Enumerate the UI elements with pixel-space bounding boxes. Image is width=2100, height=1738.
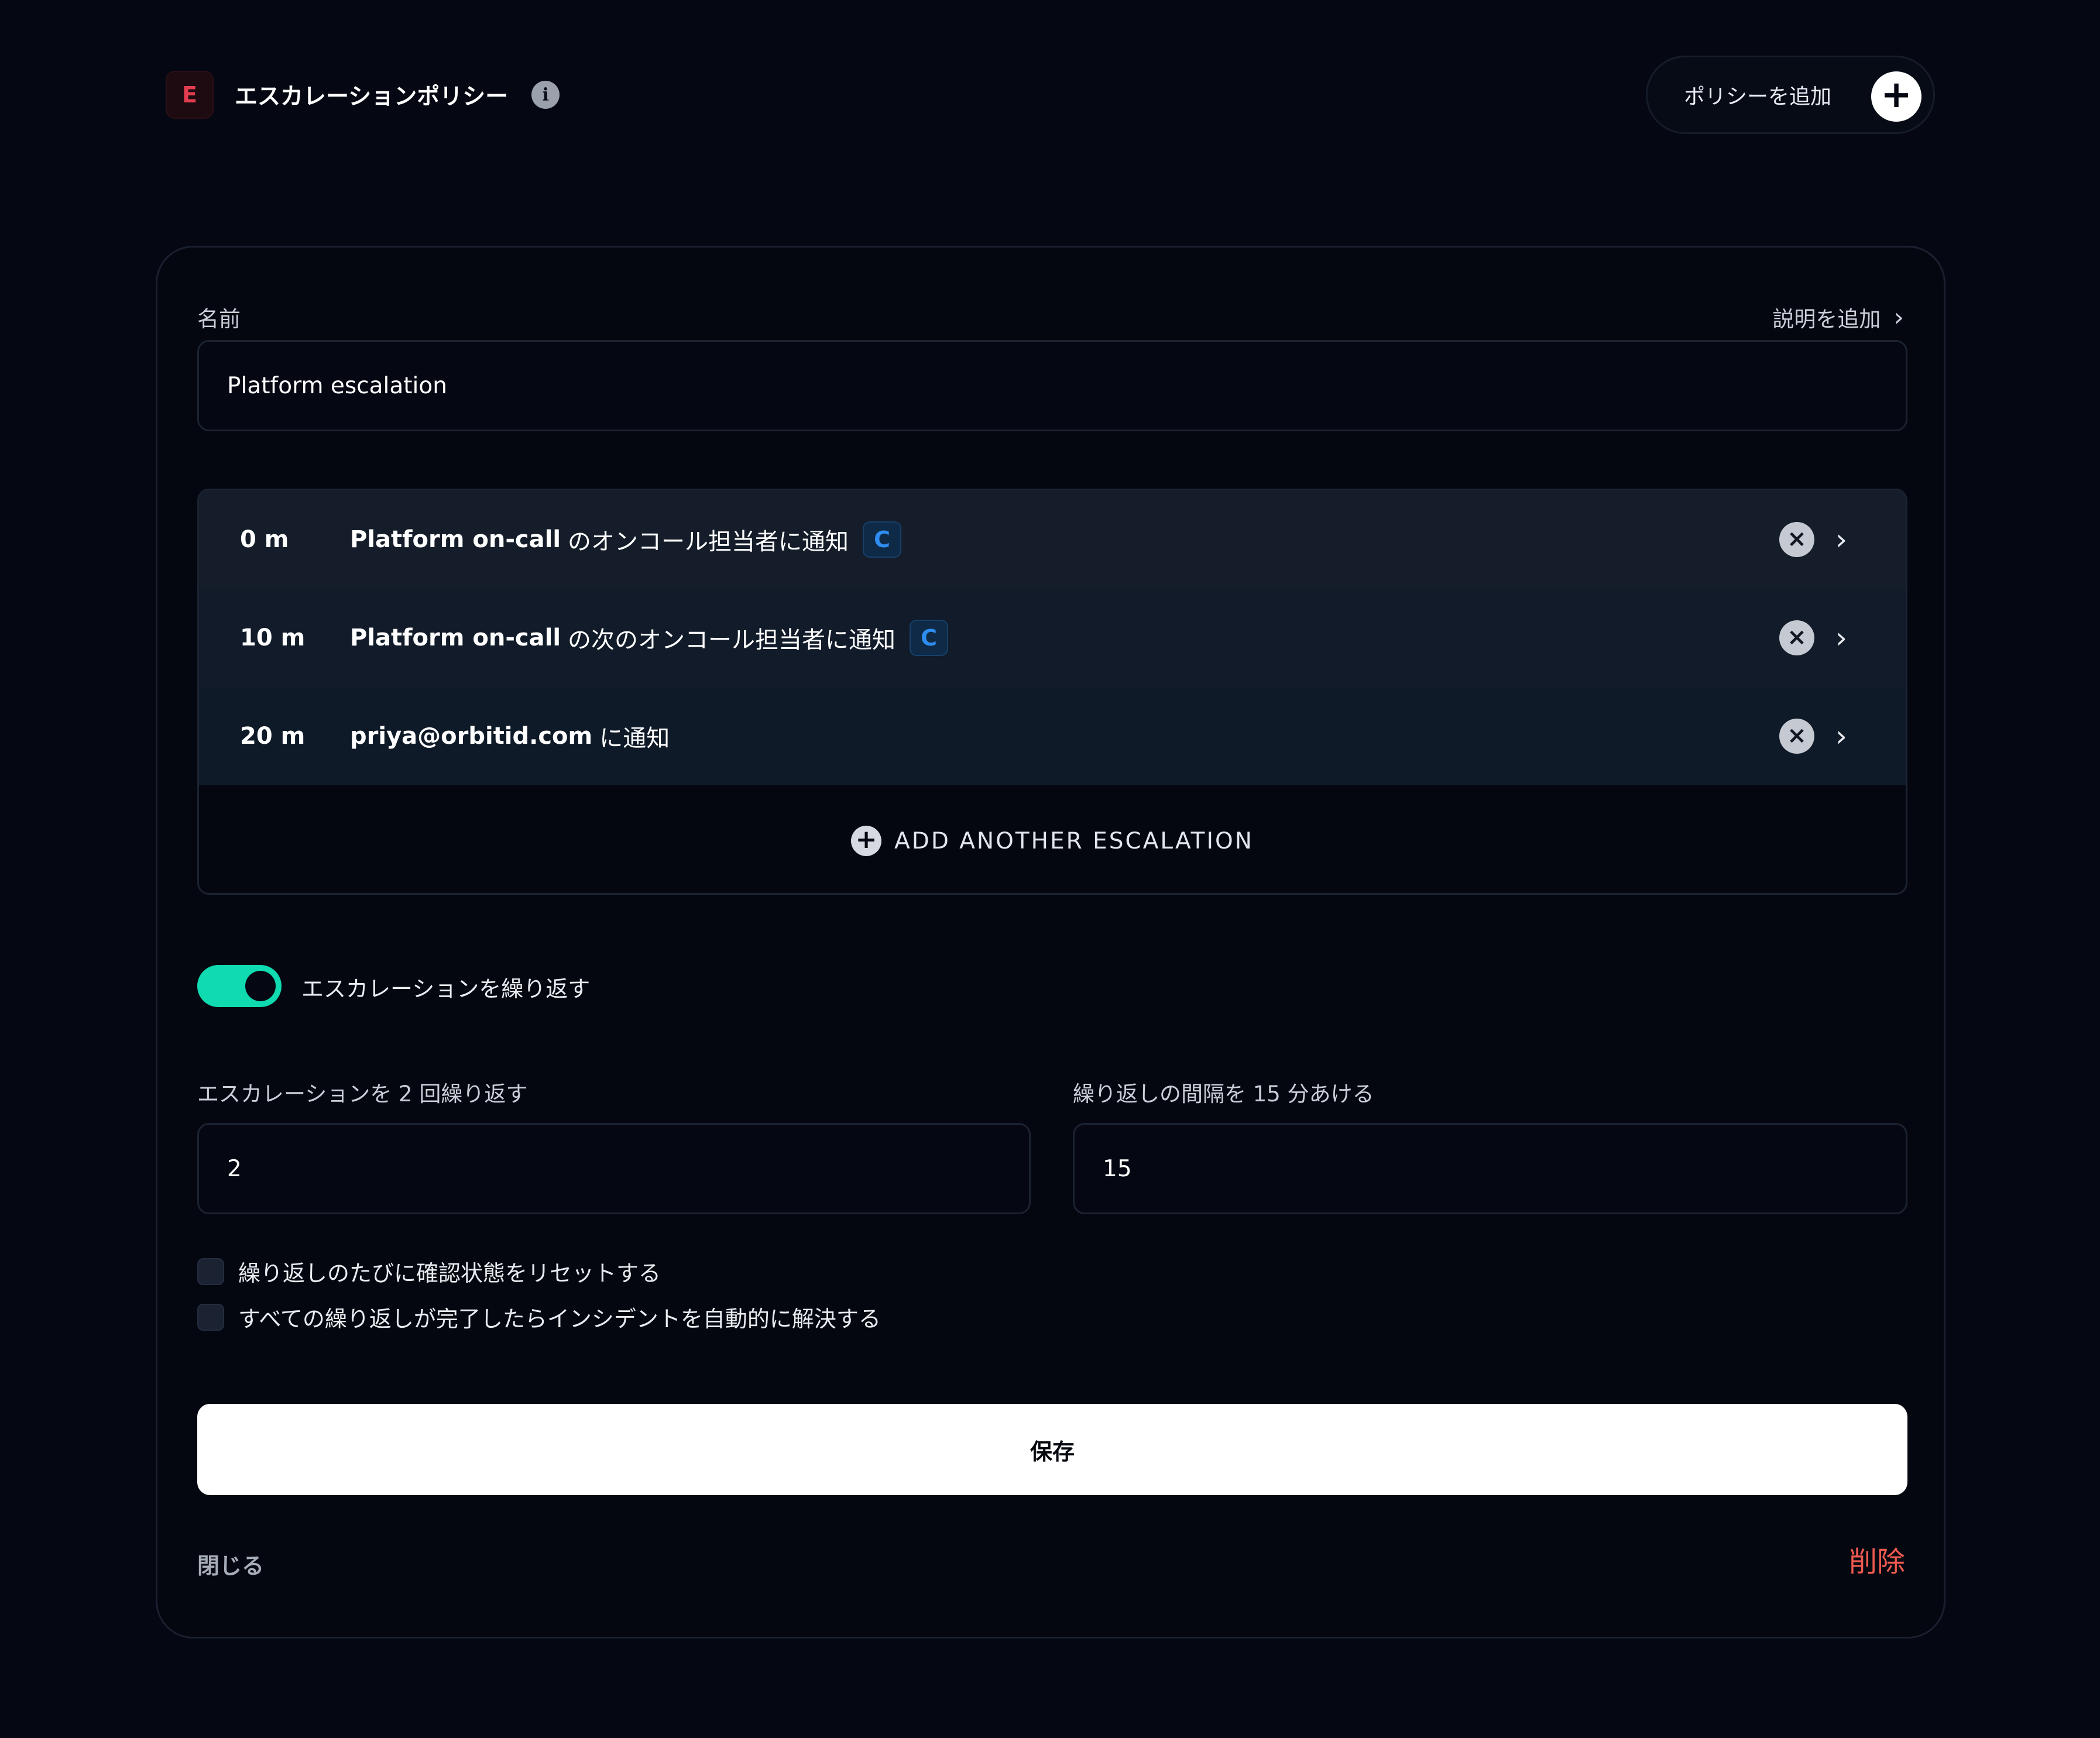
toggle-knob [245, 971, 276, 1001]
repeat-interval-label: 繰り返しの間隔を 15 分あける [1073, 1081, 1374, 1107]
escalation-row[interactable]: 0 m Platform on-call のオンコール担当者に通知 C × › [199, 490, 1906, 589]
remove-escalation-button[interactable]: × [1779, 719, 1814, 754]
name-input[interactable]: Platform escalation [197, 340, 1907, 431]
integration-badge-icon: C [863, 521, 902, 558]
escalation-delay: 20 m [240, 723, 306, 750]
reset-ack-option[interactable]: 繰り返しのたびに確認状態をリセットする [197, 1255, 661, 1287]
app-logo: E [166, 71, 214, 119]
escalation-list: 0 m Platform on-call のオンコール担当者に通知 C × › … [197, 489, 1907, 895]
policy-form-card: 名前 説明を追加 › Platform escalation 0 m Platf… [156, 246, 1945, 1639]
info-icon[interactable]: i [531, 81, 560, 109]
escalation-delay: 0 m [240, 526, 289, 553]
plus-icon: + [1871, 71, 1921, 122]
integration-badge-icon: C [910, 620, 949, 656]
remove-escalation-button[interactable]: × [1779, 620, 1814, 655]
chevron-right-icon[interactable]: › [1835, 523, 1847, 557]
escalation-row[interactable]: 10 m Platform on-call の次のオンコール担当者に通知 C ×… [199, 589, 1906, 687]
chevron-right-icon: › [1893, 302, 1904, 332]
escalation-description: Platform on-call のオンコール担当者に通知 C [350, 521, 902, 558]
escalation-action: に通知 [599, 725, 670, 752]
escalation-target: Platform on-call [350, 624, 561, 651]
escalation-action: の次のオンコール担当者に通知 [568, 627, 896, 654]
add-policy-label: ポリシーを追加 [1684, 85, 1832, 109]
auto-resolve-checkbox[interactable] [197, 1303, 224, 1331]
page-header: E エスカレーションポリシー i [166, 68, 560, 121]
page-title: エスカレーションポリシー [235, 84, 509, 110]
add-another-escalation-label: ADD ANOTHER ESCALATION [894, 827, 1254, 854]
escalation-description: Platform on-call の次のオンコール担当者に通知 C [350, 620, 949, 656]
escalation-target: priya@orbitid.com [350, 723, 593, 750]
add-policy-button[interactable]: ポリシーを追加 + [1646, 56, 1935, 134]
chevron-right-icon[interactable]: › [1835, 621, 1847, 655]
repeat-escalation-label: エスカレーションを繰り返す [301, 976, 591, 1002]
delete-button[interactable]: 削除 [1849, 1538, 1905, 1579]
repeat-count-label: エスカレーションを 2 回繰り返す [197, 1081, 528, 1107]
plus-circle-icon: + [851, 826, 882, 856]
repeat-count-value: 2 [227, 1155, 242, 1182]
chevron-right-icon[interactable]: › [1835, 719, 1847, 753]
close-button[interactable]: 閉じる [197, 1548, 264, 1580]
add-description-link[interactable]: 説明を追加 › [1772, 301, 1904, 333]
repeat-interval-value: 15 [1103, 1155, 1132, 1182]
auto-resolve-label: すべての繰り返しが完了したらインシデントを自動的に解決する [238, 1306, 881, 1332]
auto-resolve-option[interactable]: すべての繰り返しが完了したらインシデントを自動的に解決する [197, 1301, 881, 1333]
reset-ack-checkbox[interactable] [197, 1258, 224, 1285]
escalation-target: Platform on-call [350, 526, 561, 553]
remove-escalation-button[interactable]: × [1779, 522, 1814, 557]
add-another-escalation-button[interactable]: + ADD ANOTHER ESCALATION [199, 785, 1906, 893]
escalation-delay: 10 m [240, 624, 306, 651]
repeat-count-input[interactable]: 2 [197, 1123, 1031, 1214]
save-button[interactable]: 保存 [197, 1404, 1907, 1495]
name-label: 名前 [197, 307, 241, 332]
name-input-value: Platform escalation [227, 372, 447, 399]
escalation-description: priya@orbitid.com に通知 [350, 719, 670, 753]
repeat-interval-input[interactable]: 15 [1073, 1123, 1907, 1214]
escalation-action: のオンコール担当者に通知 [568, 528, 849, 555]
escalation-row[interactable]: 20 m priya@orbitid.com に通知 × › [199, 687, 1906, 785]
reset-ack-label: 繰り返しのたびに確認状態をリセットする [238, 1260, 661, 1286]
add-description-label: 説明を追加 [1772, 307, 1881, 332]
repeat-escalation-toggle[interactable] [197, 965, 282, 1007]
